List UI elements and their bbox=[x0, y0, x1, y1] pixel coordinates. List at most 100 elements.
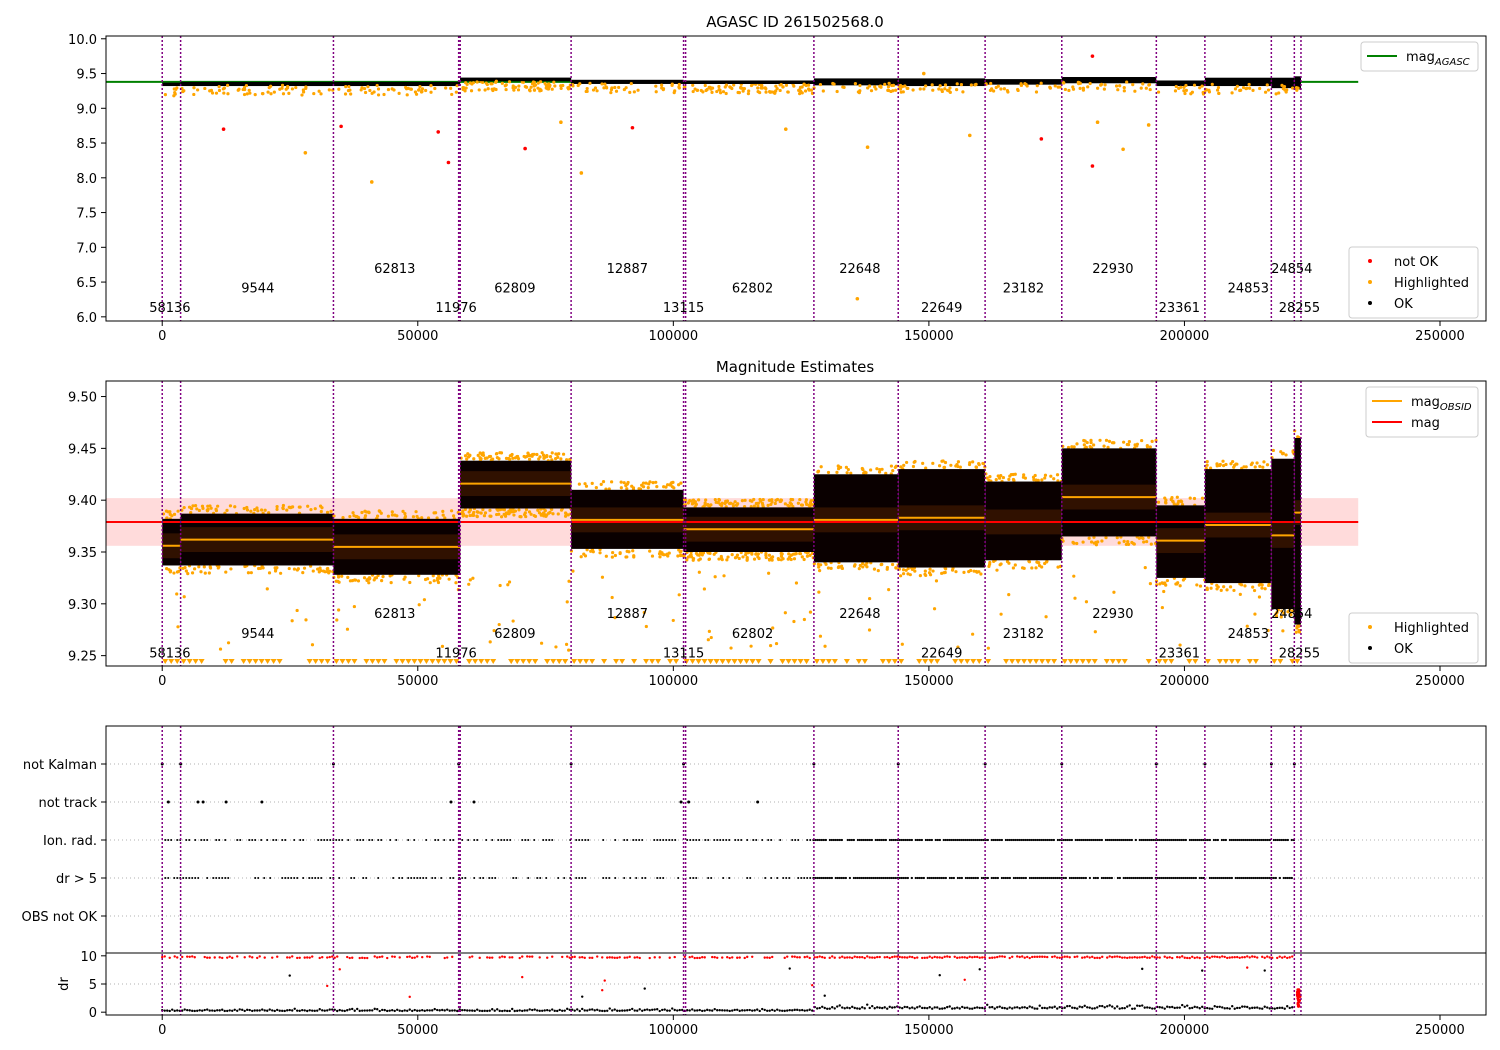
obsid-label: 22930 bbox=[1092, 607, 1133, 622]
ion-rad-point bbox=[1140, 838, 1143, 842]
dr-not-ok-point bbox=[1018, 955, 1021, 959]
highlighted-point bbox=[301, 90, 306, 94]
ion-rad-point bbox=[816, 838, 819, 842]
highlighted-point bbox=[507, 80, 512, 84]
highlighted-point bbox=[1184, 88, 1188, 92]
ion-rad-point bbox=[602, 839, 605, 841]
highlighted-point bbox=[355, 514, 359, 519]
highlighted-point bbox=[1035, 84, 1039, 88]
dr-not-ok-point bbox=[933, 955, 936, 959]
dr-ok-point bbox=[658, 1009, 661, 1013]
dr-gt-5-point bbox=[888, 876, 891, 880]
dr-not-ok-point bbox=[888, 956, 891, 960]
dr-gt-5-point bbox=[1038, 876, 1041, 880]
highlighted-point bbox=[619, 480, 623, 484]
dr-gt-5-point bbox=[1272, 876, 1275, 880]
highlighted-point bbox=[792, 557, 797, 561]
dr-not-ok-point bbox=[363, 956, 366, 960]
ion-rad-point bbox=[1258, 838, 1261, 842]
ion-rad-point bbox=[1174, 838, 1177, 842]
dr-ok-point bbox=[666, 1009, 669, 1012]
highlighted-point bbox=[941, 459, 945, 463]
dr-ok-point bbox=[551, 1008, 554, 1011]
highlighted-point bbox=[729, 646, 733, 650]
highlighted-point bbox=[464, 514, 469, 518]
highlighted-point bbox=[481, 508, 485, 512]
dr-ok-point bbox=[1281, 1006, 1284, 1010]
dr-not-ok-point bbox=[1016, 955, 1019, 958]
highlighted-point bbox=[671, 618, 675, 623]
dr-ok-point bbox=[361, 1009, 364, 1012]
x-tick-label: 200000 bbox=[1160, 674, 1210, 689]
highlighted-point bbox=[1089, 540, 1094, 544]
dr-gt-5-point bbox=[842, 876, 845, 880]
dr-not-ok-point bbox=[588, 956, 591, 959]
ion-rad-point bbox=[1016, 838, 1019, 842]
highlighted-point bbox=[1255, 461, 1259, 465]
ion-rad-point bbox=[302, 839, 305, 841]
dr-gt-5-point bbox=[410, 877, 413, 879]
highlighted-point bbox=[1084, 600, 1089, 604]
dr-gt-5-point bbox=[990, 876, 993, 880]
ion-rad-point bbox=[852, 838, 855, 842]
dr-ok-point bbox=[968, 1007, 971, 1010]
dr-outlier-point bbox=[288, 974, 291, 977]
highlighted-point bbox=[1071, 85, 1075, 89]
highlighted-point bbox=[786, 90, 790, 94]
highlighted-point bbox=[527, 457, 532, 461]
highlighted-point bbox=[999, 87, 1003, 91]
dr-ok-point bbox=[996, 1006, 999, 1009]
dr-ok-point bbox=[973, 1006, 976, 1010]
highlighted-point bbox=[889, 464, 894, 468]
dr-not-ok-point bbox=[868, 956, 871, 959]
highlighted-point bbox=[956, 460, 961, 464]
dr-ok-point bbox=[1191, 1006, 1194, 1010]
highlighted-point bbox=[1164, 498, 1168, 502]
ion-rad-point bbox=[1020, 838, 1023, 842]
dr-not-ok-point bbox=[1153, 956, 1156, 959]
legend-marker bbox=[1368, 301, 1372, 305]
highlighted-point bbox=[199, 570, 203, 574]
ion-rad-point bbox=[632, 839, 635, 841]
dr-ok-point bbox=[1236, 1006, 1239, 1010]
dr-not-ok-point bbox=[728, 956, 731, 960]
dr-ok-point bbox=[298, 1009, 301, 1013]
highlighted-point bbox=[809, 88, 814, 92]
ion-rad-point bbox=[194, 839, 197, 841]
ion-rad-point bbox=[818, 838, 821, 842]
dr-gt-5-point bbox=[1004, 876, 1007, 880]
highlighted-point bbox=[585, 89, 589, 93]
highlighted-point bbox=[265, 587, 269, 591]
dr-gt-5-point bbox=[1238, 876, 1241, 880]
dr-gt-5-point bbox=[906, 876, 909, 880]
legend-label: OK bbox=[1394, 297, 1413, 312]
highlighted-point bbox=[249, 509, 253, 513]
dr-ok-point bbox=[351, 1007, 354, 1011]
dr-not-ok-point bbox=[623, 956, 626, 959]
highlighted-point bbox=[181, 89, 185, 94]
dr-ok-point bbox=[1248, 1007, 1251, 1010]
dr-ok-point bbox=[241, 1008, 244, 1012]
highlighted-point bbox=[974, 82, 978, 86]
dr-ok-point bbox=[1201, 1005, 1204, 1009]
dr-ok-point bbox=[301, 1008, 304, 1012]
ion-rad-point bbox=[1078, 838, 1081, 842]
highlighted-point bbox=[1283, 88, 1287, 92]
highlighted-point bbox=[533, 83, 538, 87]
highlighted-point bbox=[362, 576, 367, 580]
dr-not-ok-point bbox=[1036, 955, 1039, 959]
ion-rad-point bbox=[188, 839, 191, 841]
highlighted-point bbox=[317, 89, 321, 93]
highlighted-point bbox=[428, 581, 432, 585]
highlighted-point bbox=[1143, 566, 1147, 570]
highlighted-point bbox=[865, 145, 870, 150]
dr-gt-5-point bbox=[980, 876, 983, 880]
dr-not-ok-point bbox=[848, 956, 851, 959]
dr-outlier-point bbox=[603, 979, 606, 982]
dr-not-ok-point bbox=[1121, 956, 1124, 959]
highlighted-point bbox=[1294, 630, 1298, 634]
highlighted-point bbox=[561, 452, 566, 456]
highlighted-point bbox=[176, 509, 180, 513]
highlighted-point bbox=[999, 612, 1003, 616]
obsid-label: 28255 bbox=[1279, 301, 1320, 316]
